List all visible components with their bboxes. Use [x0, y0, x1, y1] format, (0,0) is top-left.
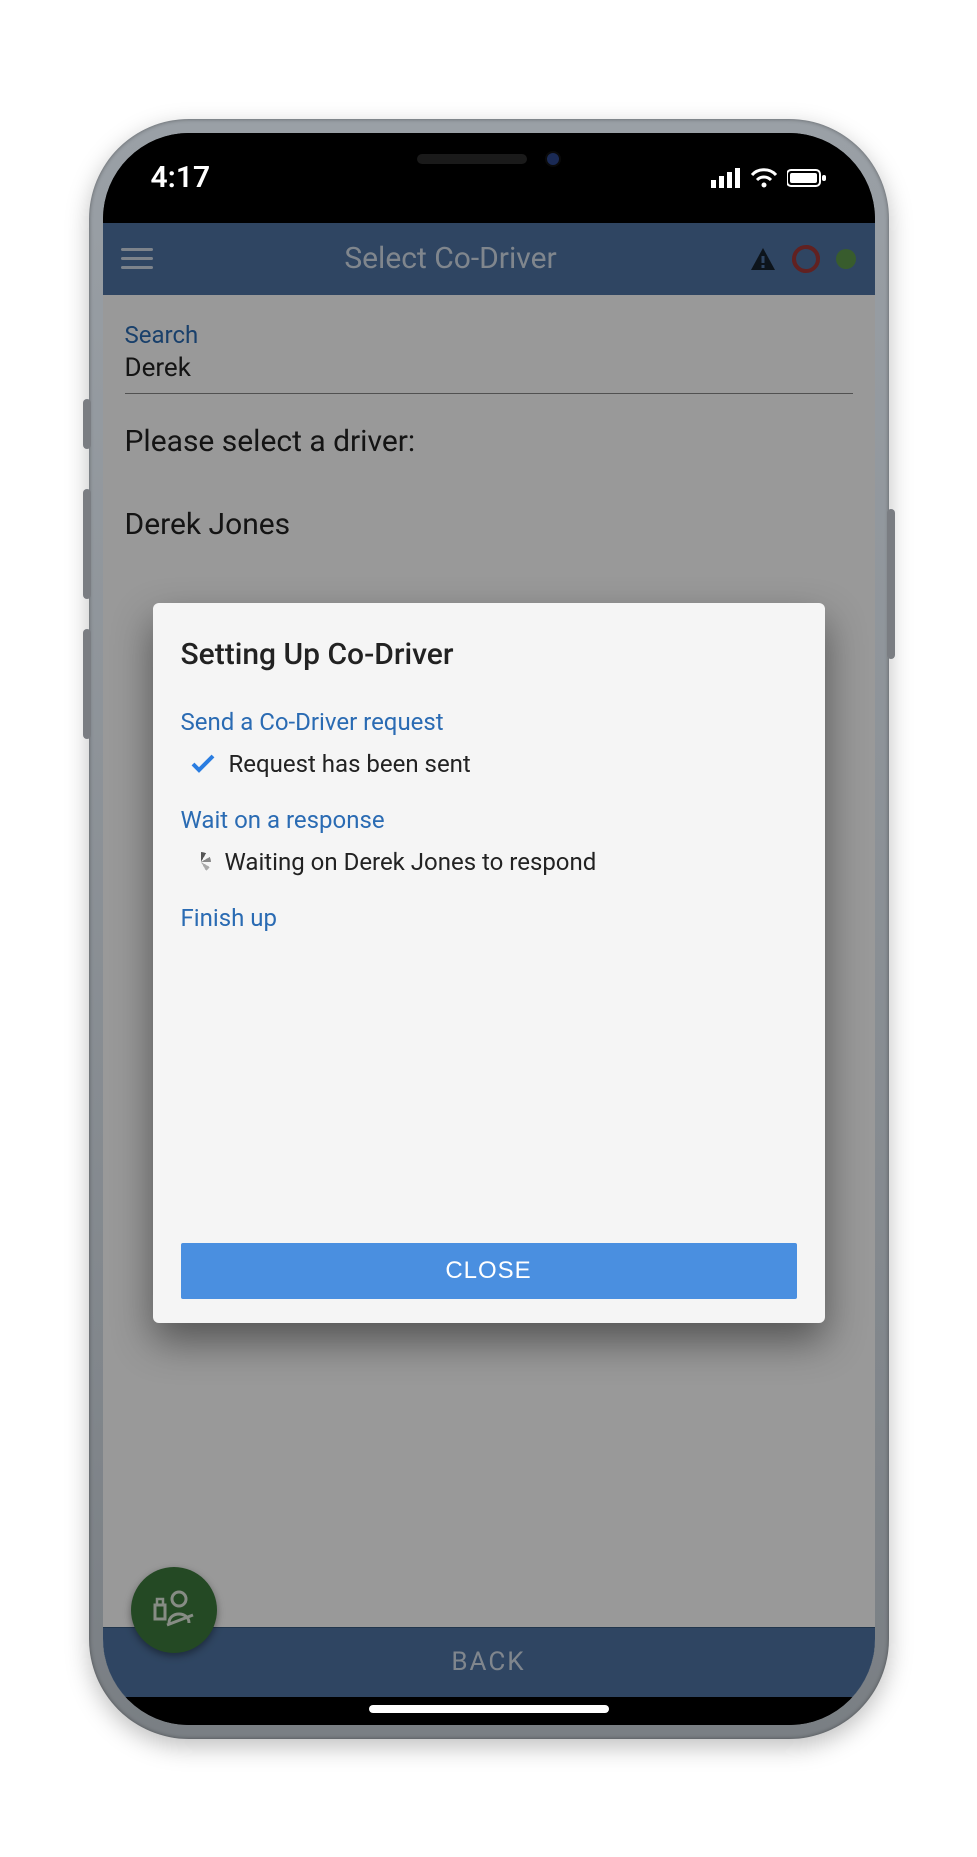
- step2-heading: Wait on a response: [181, 806, 797, 834]
- device-volume-down: [83, 629, 91, 739]
- step1-text: Request has been sent: [229, 750, 471, 778]
- device-camera: [545, 151, 561, 167]
- modal-title: Setting Up Co-Driver: [181, 637, 797, 672]
- device-power-button: [887, 509, 895, 659]
- wifi-icon: [751, 168, 777, 188]
- step3-heading: Finish up: [181, 904, 797, 932]
- home-indicator[interactable]: [369, 1705, 609, 1713]
- signal-icon: [711, 168, 741, 188]
- check-icon: [191, 754, 215, 774]
- step2-text: Waiting on Derek Jones to respond: [225, 848, 597, 876]
- step2-body: Waiting on Derek Jones to respond: [181, 848, 797, 876]
- codriver-setup-modal: Setting Up Co-Driver Send a Co-Driver re…: [153, 603, 825, 1323]
- status-time: 4:17: [151, 160, 211, 195]
- app-area: Select Co-Driver: [103, 223, 875, 1697]
- device-mute-switch: [83, 399, 91, 449]
- device-notch: [299, 133, 679, 185]
- spinner-icon: [191, 852, 211, 872]
- device-screen-bezel: 4:17: [103, 133, 875, 1725]
- step1-body: Request has been sent: [181, 750, 797, 778]
- device-frame: 4:17: [89, 119, 889, 1739]
- step1-heading: Send a Co-Driver request: [181, 708, 797, 736]
- device-volume-up: [83, 489, 91, 599]
- device-speaker: [417, 154, 527, 164]
- status-icons: [711, 168, 827, 188]
- close-button[interactable]: CLOSE: [181, 1243, 797, 1299]
- close-label: CLOSE: [445, 1257, 531, 1284]
- screen: 4:17: [103, 133, 875, 1725]
- battery-icon: [787, 168, 827, 188]
